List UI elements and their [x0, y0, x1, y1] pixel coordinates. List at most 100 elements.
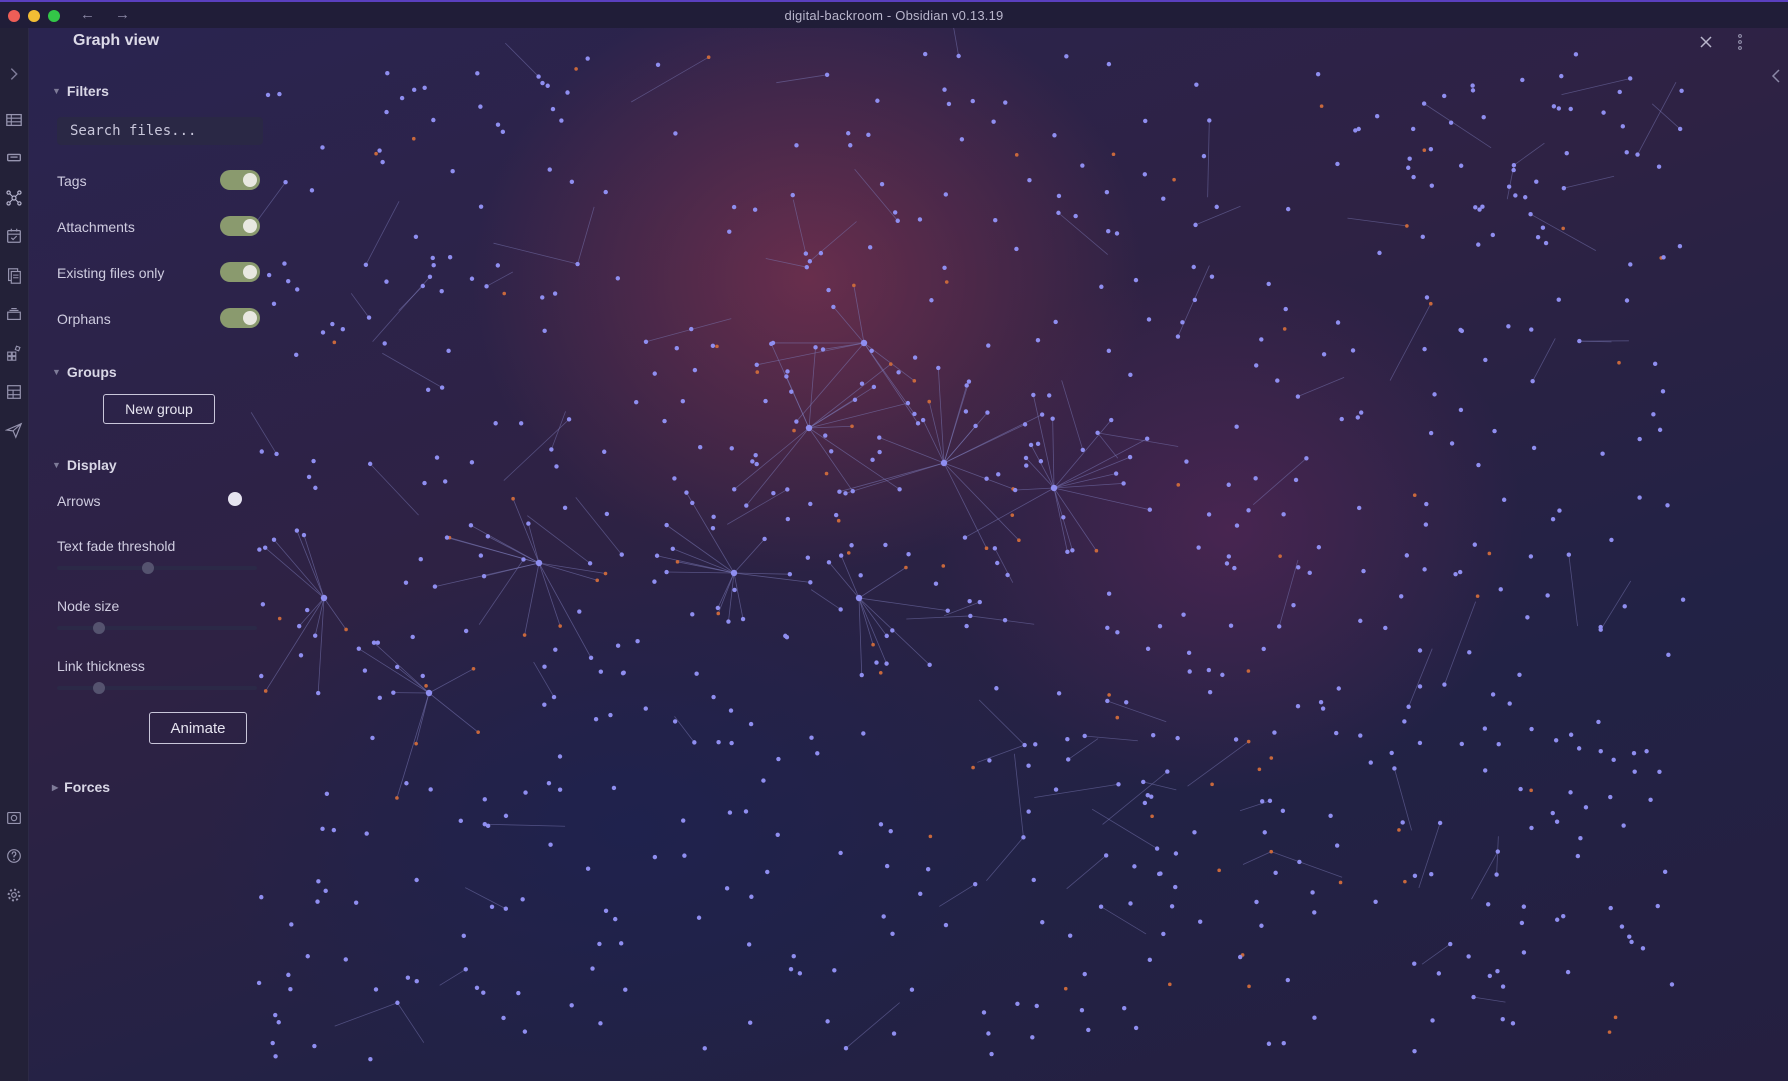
graph-node[interactable]	[623, 987, 628, 992]
graph-node[interactable]	[643, 706, 648, 711]
graph-node[interactable]	[1209, 274, 1215, 279]
graph-node[interactable]	[1600, 451, 1605, 456]
plugin-grid-icon[interactable]	[4, 343, 24, 363]
graph-node[interactable]	[294, 528, 300, 533]
graph-node[interactable]	[1141, 779, 1146, 785]
graph-node[interactable]	[1543, 240, 1549, 246]
graph-node[interactable]	[1397, 828, 1401, 832]
graph-node[interactable]	[1319, 104, 1324, 108]
graph-node[interactable]	[1540, 225, 1546, 230]
graph-node[interactable]	[942, 87, 947, 92]
graph-node[interactable]	[283, 180, 288, 185]
graph-node[interactable]	[1422, 567, 1427, 572]
graph-node[interactable]	[1285, 206, 1291, 212]
graph-node[interactable]	[1576, 746, 1582, 751]
graph-node[interactable]	[803, 251, 809, 256]
graph-node[interactable]	[877, 435, 882, 440]
graph-svg[interactable]	[29, 28, 1788, 1081]
graph-node[interactable]	[294, 352, 299, 358]
graph-node[interactable]	[363, 262, 369, 267]
graph-node[interactable]	[1080, 447, 1086, 453]
graph-node[interactable]	[368, 1056, 373, 1062]
graph-node[interactable]	[1017, 538, 1021, 543]
graph-node[interactable]	[1652, 361, 1658, 367]
graph-node[interactable]	[959, 137, 965, 142]
graph-node[interactable]	[1470, 88, 1476, 93]
graph-node[interactable]	[711, 694, 716, 700]
graph-node[interactable]	[295, 287, 300, 292]
graph-node[interactable]	[1519, 920, 1525, 926]
graph-node[interactable]	[1086, 1027, 1091, 1033]
graph-node[interactable]	[1026, 809, 1031, 814]
graph-icon[interactable]	[4, 188, 24, 208]
graph-node[interactable]	[892, 210, 898, 215]
graph-node[interactable]	[740, 616, 746, 622]
graph-node[interactable]	[597, 941, 602, 947]
graph-node[interactable]	[940, 459, 948, 467]
graph-node[interactable]	[1079, 1008, 1085, 1013]
graph-node[interactable]	[323, 888, 328, 894]
graph-node[interactable]	[542, 664, 547, 669]
graph-node[interactable]	[1411, 174, 1416, 180]
graph-node[interactable]	[1224, 561, 1230, 566]
graph-node[interactable]	[356, 646, 362, 651]
graph-node[interactable]	[1206, 512, 1212, 517]
graph-node[interactable]	[1617, 360, 1621, 365]
graph-node[interactable]	[797, 971, 803, 976]
graph-node[interactable]	[1407, 156, 1412, 161]
graph-node[interactable]	[1104, 189, 1110, 195]
graph-node[interactable]	[1105, 698, 1110, 704]
graph-node[interactable]	[557, 754, 563, 759]
graph-node[interactable]	[1082, 733, 1087, 739]
text-fade-threshold-slider[interactable]	[57, 562, 257, 574]
graph-node[interactable]	[536, 74, 541, 79]
link-thickness-slider[interactable]	[57, 682, 257, 694]
graph-node[interactable]	[771, 491, 776, 496]
graph-node[interactable]	[1473, 205, 1478, 210]
graph-node[interactable]	[843, 491, 848, 496]
graph-node[interactable]	[1014, 246, 1019, 252]
graph-node[interactable]	[1296, 565, 1301, 570]
graph-node[interactable]	[1113, 471, 1119, 476]
graph-node[interactable]	[809, 735, 814, 740]
settings-icon[interactable]	[4, 885, 24, 905]
graph-node[interactable]	[1596, 719, 1601, 725]
graph-node[interactable]	[320, 145, 325, 150]
graph-node[interactable]	[1530, 378, 1535, 384]
graph-node[interactable]	[1598, 627, 1603, 632]
graph-node[interactable]	[920, 417, 926, 423]
graph-node[interactable]	[384, 279, 389, 284]
graph-node[interactable]	[1677, 126, 1683, 132]
graph-node[interactable]	[1467, 650, 1472, 655]
graph-node[interactable]	[1561, 913, 1566, 919]
graph-node[interactable]	[792, 428, 796, 433]
layout-icon[interactable]	[4, 382, 24, 402]
graph-node[interactable]	[746, 942, 752, 947]
graph-node[interactable]	[1483, 768, 1488, 773]
graph-node[interactable]	[546, 780, 552, 786]
vault-icon[interactable]	[4, 808, 24, 828]
graph-node[interactable]	[414, 979, 419, 984]
graph-node[interactable]	[1015, 1001, 1020, 1007]
graph-node[interactable]	[1297, 859, 1302, 865]
graph-node[interactable]	[1358, 618, 1363, 624]
calendar-check-icon[interactable]	[4, 226, 24, 246]
graph-node[interactable]	[1053, 787, 1059, 792]
graph-node[interactable]	[551, 694, 557, 700]
graph-node[interactable]	[838, 850, 843, 856]
graph-node[interactable]	[331, 827, 337, 833]
graph-node[interactable]	[565, 90, 570, 95]
graph-node[interactable]	[413, 234, 419, 239]
graph-node[interactable]	[1459, 741, 1464, 747]
graph-node[interactable]	[1052, 133, 1057, 138]
graph-node[interactable]	[1557, 508, 1562, 513]
graph-node[interactable]	[825, 1019, 830, 1024]
graph-node[interactable]	[1353, 128, 1358, 133]
graph-node[interactable]	[927, 399, 932, 404]
graph-node[interactable]	[1336, 686, 1341, 691]
graph-node[interactable]	[1157, 623, 1163, 629]
graph-node[interactable]	[1471, 994, 1476, 1000]
graph-node[interactable]	[897, 487, 902, 492]
graph-node[interactable]	[1429, 872, 1434, 877]
graph-node[interactable]	[1063, 986, 1068, 991]
